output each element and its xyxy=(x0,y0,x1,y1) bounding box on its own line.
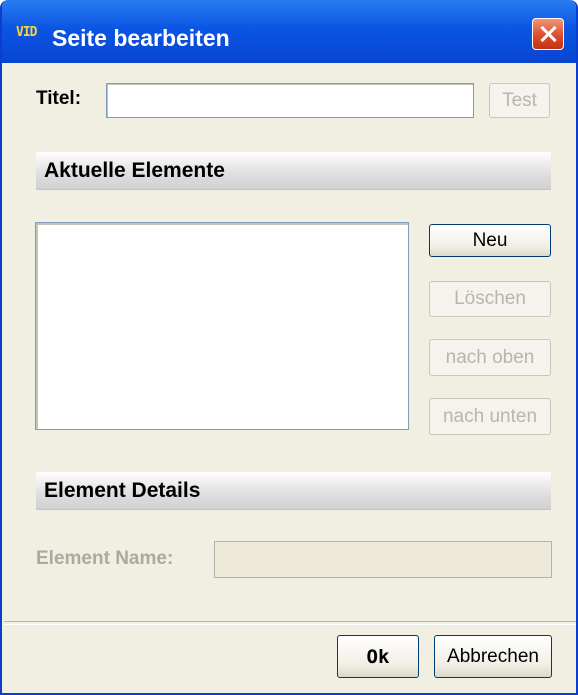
elements-listbox[interactable] xyxy=(35,222,409,430)
section-element-details: Element Details xyxy=(36,472,551,510)
close-icon[interactable] xyxy=(532,18,564,50)
move-down-button[interactable]: nach unten xyxy=(429,398,551,435)
new-button[interactable]: Neu xyxy=(429,224,551,257)
dialog-window: VID Seite bearbeiten Titel: Test Aktuell… xyxy=(0,0,578,695)
element-name-input[interactable] xyxy=(214,541,552,578)
app-icon: VID xyxy=(16,25,38,40)
title-input[interactable] xyxy=(106,83,474,118)
move-up-button[interactable]: nach oben xyxy=(429,339,551,376)
section-current-elements-label: Aktuelle Elemente xyxy=(44,159,225,182)
element-name-label: Element Name: xyxy=(36,548,174,569)
section-current-elements: Aktuelle Elemente xyxy=(36,152,551,190)
footer-separator xyxy=(4,621,576,625)
test-button[interactable]: Test xyxy=(489,83,550,118)
window-title: Seite bearbeiten xyxy=(52,25,230,51)
section-element-details-label: Element Details xyxy=(44,479,201,502)
cancel-button[interactable]: Abbrechen xyxy=(434,635,552,678)
delete-button[interactable]: Löschen xyxy=(429,281,551,317)
ok-button[interactable]: Ok xyxy=(337,635,419,678)
title-bar[interactable]: VID Seite bearbeiten xyxy=(2,0,576,63)
title-label: Titel: xyxy=(36,88,82,109)
